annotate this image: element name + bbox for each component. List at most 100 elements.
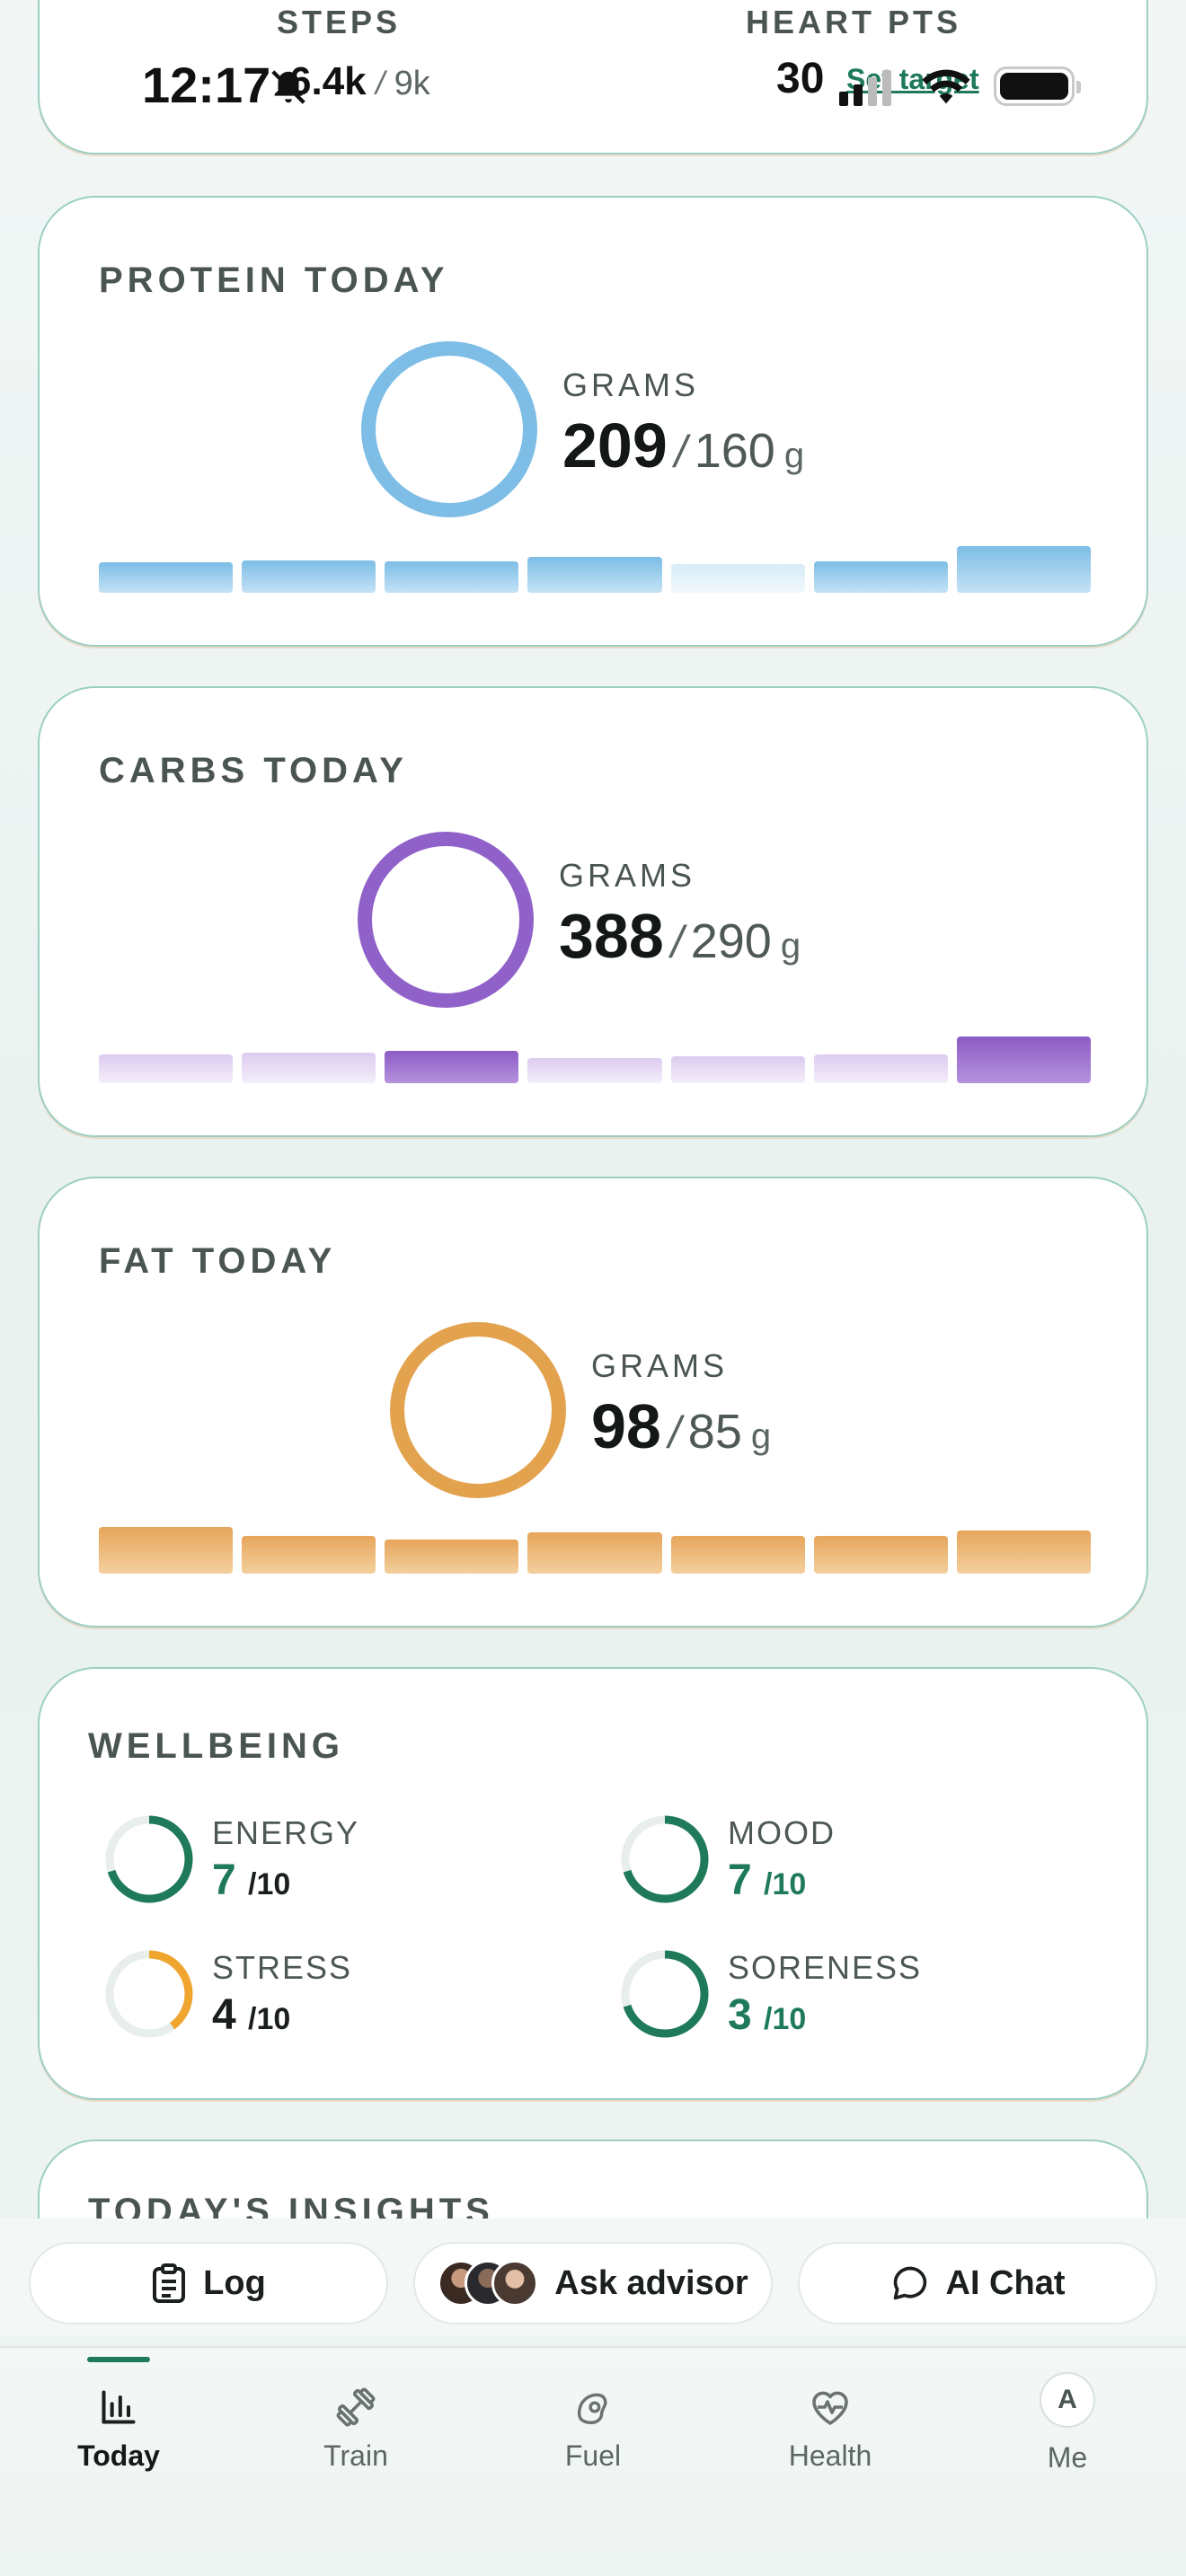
card-title: FAT TODAY <box>99 1241 337 1281</box>
wellbeing-value: 4 /10 <box>212 1991 291 2039</box>
metric-unit-label: GRAMS <box>591 1347 729 1384</box>
bar-chart-icon <box>102 2390 136 2424</box>
dumbbell-icon <box>336 2387 376 2427</box>
silent-bell-icon <box>271 70 305 104</box>
metric-separator: / <box>670 917 684 967</box>
day-bar <box>813 1054 948 1083</box>
steps-label: STEPS <box>277 4 402 40</box>
progress-ring <box>358 832 534 1008</box>
log-label: Log <box>203 2263 266 2302</box>
food-icon <box>577 2393 607 2424</box>
tab-today[interactable]: Today <box>0 2348 237 2483</box>
day-bar <box>99 562 234 593</box>
day-bar <box>242 1536 376 1574</box>
wellbeing-value: 7 /10 <box>728 1857 807 1904</box>
weekly-bars <box>99 1523 1091 1574</box>
soreness-gauge <box>621 1950 709 2038</box>
day-bar <box>385 1051 519 1083</box>
progress-ring <box>390 1322 566 1498</box>
metric-value: 388 <box>559 901 664 971</box>
cellular-signal-icon <box>839 70 891 106</box>
stress-gauge <box>105 1950 193 2038</box>
metric-block: GRAMS 209/160 g <box>562 366 804 481</box>
advisor-avatars <box>438 2260 539 2307</box>
battery-icon <box>994 66 1081 106</box>
active-tab-indicator <box>87 2357 150 2362</box>
metric-block: GRAMS 98/85 g <box>591 1347 771 1462</box>
day-bar <box>527 1058 662 1083</box>
day-bar <box>385 1539 519 1574</box>
tab-label: Fuel <box>564 2439 622 2472</box>
tab-label: Health <box>788 2439 872 2472</box>
card-title: PROTEIN TODAY <box>99 260 449 300</box>
tab-fuel[interactable]: Fuel <box>474 2348 712 2483</box>
progress-ring <box>361 341 537 517</box>
tab-label: Me <box>1047 2441 1088 2474</box>
metric-value: 98 <box>591 1391 661 1461</box>
day-bar <box>956 546 1091 593</box>
metric-unit: g <box>780 926 801 966</box>
heart-pts-label: HEART PTS <box>746 4 962 40</box>
status-time: 12:17 <box>142 57 271 113</box>
metric-target: 85 <box>687 1405 742 1459</box>
fat-card[interactable]: FAT TODAY GRAMS 98/85 g <box>38 1177 1148 1628</box>
clipboard-icon <box>153 2263 186 2303</box>
metric-separator: / <box>668 1407 681 1458</box>
tab-me[interactable]: A Me <box>949 2348 1186 2483</box>
wellbeing-value: 7 /10 <box>212 1857 291 1904</box>
ask-advisor-button[interactable]: Ask advisor <box>413 2242 773 2325</box>
steps-target: 9k <box>394 65 430 102</box>
advisor-avatar <box>491 2260 539 2307</box>
metric-value: 209 <box>562 410 668 481</box>
metric-unit-label: GRAMS <box>562 366 700 403</box>
wellbeing-card[interactable]: WELLBEING ENERGY 7 /10 MOOD 7 /10 STRESS… <box>38 1667 1148 2100</box>
heart-pulse-icon <box>812 2391 848 2425</box>
day-bar <box>99 1054 234 1083</box>
day-bar <box>527 557 662 593</box>
tab-health[interactable]: Health <box>712 2348 949 2483</box>
bottom-tab-bar: Today Train Fuel Health A Me <box>0 2346 1186 2576</box>
day-bar <box>813 561 948 593</box>
metric-unit: g <box>783 436 805 475</box>
wellbeing-label: SORENESS <box>728 1949 923 1986</box>
card-title: WELLBEING <box>88 1726 344 1766</box>
avatar-icon: A <box>1040 2372 1095 2428</box>
avatar-letter: A <box>1058 2385 1077 2414</box>
day-bar <box>527 1532 662 1574</box>
wellbeing-label: ENERGY <box>212 1814 360 1851</box>
wellbeing-value: 3 /10 <box>728 1991 807 2039</box>
day-bar <box>385 561 519 593</box>
day-bar <box>813 1536 948 1574</box>
day-bar <box>242 1053 376 1083</box>
day-bar <box>670 1536 805 1574</box>
tab-label: Today <box>77 2439 160 2472</box>
day-bar <box>956 1531 1091 1574</box>
metric-target: 160 <box>694 424 775 478</box>
weekly-bars <box>99 543 1091 593</box>
ai-chat-button[interactable]: AI Chat <box>798 2242 1157 2325</box>
day-bar <box>99 1527 234 1574</box>
ai-chat-label: AI Chat <box>945 2263 1066 2302</box>
carbs-card[interactable]: CARBS TODAY GRAMS 388/290 g <box>38 686 1148 1137</box>
metric-separator: / <box>674 427 687 477</box>
wifi-icon <box>922 69 970 104</box>
metric-unit: g <box>750 1416 772 1456</box>
tab-label: Train <box>323 2439 388 2472</box>
log-button[interactable]: Log <box>29 2242 388 2325</box>
steps-value-line: 6.4k / 9k <box>289 59 430 103</box>
day-bar <box>956 1037 1091 1083</box>
quick-actions-bar: Log Ask advisor AI Chat <box>0 2219 1186 2335</box>
wellbeing-label: MOOD <box>728 1814 836 1851</box>
weekly-bars <box>99 1033 1091 1083</box>
day-bar <box>670 1056 805 1083</box>
tab-train[interactable]: Train <box>237 2348 474 2483</box>
metric-unit-label: GRAMS <box>559 857 696 894</box>
energy-gauge <box>105 1815 193 1903</box>
day-bar <box>242 560 376 593</box>
mood-gauge <box>621 1815 709 1903</box>
metric-target: 290 <box>690 914 772 968</box>
protein-card[interactable]: PROTEIN TODAY GRAMS 209/160 g <box>38 196 1148 647</box>
heart-pts-value: 30 <box>776 55 825 102</box>
card-title: CARBS TODAY <box>99 751 408 790</box>
chat-bubble-icon <box>893 2266 926 2300</box>
